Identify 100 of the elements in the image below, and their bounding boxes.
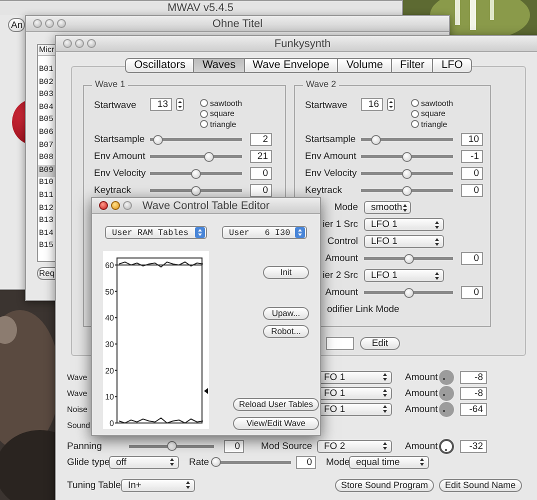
number-field[interactable]: 21: [250, 150, 272, 163]
list-item[interactable]: B02: [38, 76, 55, 90]
list-item[interactable]: B15: [38, 240, 55, 253]
number-field[interactable]: 2: [250, 133, 272, 146]
input-field[interactable]: [326, 337, 354, 350]
slider-thumb[interactable]: [166, 441, 176, 451]
action-button[interactable]: Upaw...: [263, 307, 309, 320]
edit-button[interactable]: Edit: [360, 337, 400, 350]
list-item[interactable]: B10: [38, 177, 55, 190]
tab[interactable]: Filter: [392, 58, 434, 73]
number-field[interactable]: 0: [461, 184, 483, 197]
number-field[interactable]: 13: [150, 98, 172, 111]
dropdown[interactable]: FO 2: [317, 440, 392, 452]
dropdown[interactable]: smooth: [364, 201, 411, 214]
list-item[interactable]: B09: [38, 164, 55, 178]
number-field[interactable]: 0: [224, 440, 244, 452]
slider-thumb[interactable]: [204, 152, 214, 162]
field-label: Amount: [324, 287, 359, 298]
knob[interactable]: [439, 438, 454, 454]
action-button[interactable]: View/Edit Wave: [233, 417, 319, 430]
number-field[interactable]: 0: [296, 456, 316, 468]
number-field[interactable]: 0: [461, 286, 483, 299]
tick-label: 40: [105, 314, 114, 323]
action-button[interactable]: Robot...: [263, 325, 309, 338]
toolbar-button[interactable]: An: [8, 18, 25, 32]
updown-arrows-icon: [434, 236, 440, 246]
field-label: Keytrack: [305, 185, 343, 196]
radio-button[interactable]: [200, 120, 208, 128]
slider-thumb[interactable]: [402, 152, 412, 162]
window-title: Wave Control Table Editor: [142, 200, 270, 212]
slider-thumb[interactable]: [211, 457, 221, 467]
dropdown[interactable]: In+: [121, 478, 195, 492]
tab[interactable]: LFO: [433, 58, 472, 73]
slider-thumb[interactable]: [153, 134, 164, 144]
stepper[interactable]: [387, 98, 395, 111]
list-item[interactable]: B06: [38, 126, 55, 140]
number-field[interactable]: 10: [461, 133, 483, 146]
minimize-button[interactable]: [75, 39, 84, 48]
action-button[interactable]: Init: [263, 266, 309, 279]
list-item[interactable]: B08: [38, 152, 55, 165]
field-label: Wave: [67, 372, 88, 382]
action-button[interactable]: Edit Sound Name: [439, 478, 522, 492]
list-item[interactable]: B05: [38, 114, 55, 127]
updown-arrows-icon: [185, 480, 191, 490]
radio-button[interactable]: [200, 99, 208, 108]
slider-thumb[interactable]: [404, 288, 414, 298]
list-item[interactable]: B07: [38, 140, 55, 152]
dropdown[interactable]: off: [109, 456, 179, 468]
dropdown[interactable]: LFO 1: [364, 218, 444, 231]
number-field[interactable]: 0: [461, 167, 483, 180]
field-label: Sound: [67, 420, 90, 430]
radio-button[interactable]: [411, 110, 419, 118]
action-button[interactable]: Reload User Tables: [233, 398, 319, 411]
number-field[interactable]: -32: [460, 440, 487, 452]
dropdown[interactable]: LFO 1: [364, 269, 444, 282]
number-field[interactable]: 16: [361, 98, 383, 111]
radio-button[interactable]: [411, 99, 419, 108]
slider-thumb[interactable]: [191, 168, 201, 178]
updown-arrows-icon: [434, 270, 440, 280]
slider-thumb[interactable]: [402, 186, 412, 196]
field-label: Keytrack: [94, 185, 132, 196]
request-button[interactable]: Req: [37, 267, 55, 280]
slider-thumb[interactable]: [370, 134, 381, 144]
field-label: Env Amount: [94, 151, 146, 162]
tab[interactable]: Waves: [194, 58, 245, 73]
zoom-button[interactable]: [123, 201, 132, 210]
radio-button[interactable]: [200, 110, 208, 118]
group-title: Wave 2: [303, 79, 340, 89]
list-item[interactable]: B03: [38, 89, 55, 102]
dropdown[interactable]: LFO 1: [364, 235, 444, 248]
stepper[interactable]: [176, 98, 184, 111]
minimize-button[interactable]: [111, 201, 120, 210]
tab[interactable]: Oscillators: [125, 58, 194, 73]
minimize-button[interactable]: [45, 19, 54, 28]
list-item[interactable]: B11: [38, 190, 55, 203]
list-item[interactable]: B13: [38, 215, 55, 228]
tab[interactable]: Wave Envelope: [244, 58, 338, 73]
dropdown[interactable]: User RAM Tables: [105, 226, 207, 239]
field-label: Amount: [405, 388, 439, 398]
number-field[interactable]: 0: [250, 184, 272, 197]
slider-thumb[interactable]: [191, 186, 201, 196]
close-button[interactable]: [99, 201, 108, 210]
list-item[interactable]: B14: [38, 228, 55, 240]
zoom-button[interactable]: [57, 19, 66, 28]
list-item[interactable]: B04: [38, 102, 55, 114]
list-item[interactable]: B01: [38, 64, 55, 77]
dropdown[interactable]: User 6 I30: [222, 226, 307, 239]
number-field[interactable]: 0: [250, 167, 272, 180]
action-button[interactable]: Store Sound Program: [335, 478, 434, 492]
field-label: Mode: [333, 202, 359, 213]
list-item[interactable]: B12: [38, 202, 55, 216]
number-field[interactable]: -1: [461, 150, 483, 163]
dropdown[interactable]: equal time: [349, 456, 429, 468]
number-field[interactable]: 0: [461, 252, 483, 265]
slider-thumb[interactable]: [404, 254, 414, 264]
tab[interactable]: Volume: [338, 58, 392, 73]
zoom-button[interactable]: [87, 39, 96, 48]
radio-button[interactable]: [411, 120, 419, 128]
slider-thumb[interactable]: [402, 168, 412, 178]
updown-arrows-icon: [419, 457, 425, 467]
